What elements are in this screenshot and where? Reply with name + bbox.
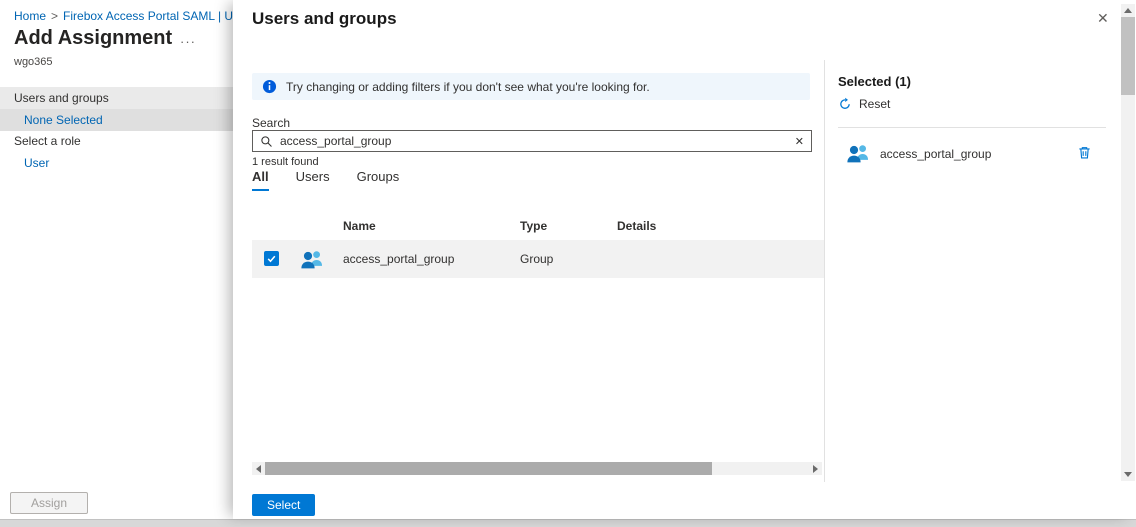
selected-count-title: Selected (1) <box>838 74 911 89</box>
none-selected-link[interactable]: None Selected <box>0 109 233 131</box>
reset-button[interactable]: Reset <box>838 97 890 111</box>
tab-groups[interactable]: Groups <box>357 169 400 191</box>
row-checkbox[interactable] <box>264 251 279 266</box>
horizontal-scrollbar[interactable] <box>252 462 822 475</box>
breadcrumb-separator: > <box>51 9 59 23</box>
group-icon <box>298 245 326 273</box>
reset-label: Reset <box>859 97 891 111</box>
panel-divider <box>824 60 825 482</box>
info-banner: Try changing or adding filters if you do… <box>252 73 810 100</box>
scroll-up-icon[interactable] <box>1121 4 1135 17</box>
select-role-label: Select a role <box>14 134 81 148</box>
breadcrumb: Home > Firebox Access Portal SAML | Users <box>14 9 256 23</box>
column-header-details: Details <box>617 219 657 233</box>
tab-all[interactable]: All <box>252 169 269 191</box>
column-header-name: Name <box>343 219 376 233</box>
filter-tabs: All Users Groups <box>252 169 399 191</box>
tab-users[interactable]: Users <box>296 169 330 191</box>
azure-portal-page: Home > Firebox Access Portal SAML | Users … <box>0 0 1136 527</box>
breadcrumb-current-link[interactable]: Firebox Access Portal SAML | Users <box>63 9 256 23</box>
select-button[interactable]: Select <box>252 494 316 516</box>
users-and-groups-section-label: Users and groups <box>0 87 233 109</box>
group-icon <box>844 139 872 167</box>
horizontal-scrollbar-thumb[interactable] <box>265 462 712 475</box>
user-role-link[interactable]: User <box>24 156 49 170</box>
page-title: Add Assignment <box>14 27 173 49</box>
assign-button[interactable]: Assign <box>10 492 88 514</box>
reset-icon <box>838 97 852 111</box>
column-header-type: Type <box>520 219 548 233</box>
page-subtitle: wgo365 <box>14 56 53 68</box>
search-label: Search <box>252 116 291 130</box>
result-count: 1 result found <box>252 156 319 168</box>
selected-item-name: access_portal_group <box>880 147 992 161</box>
row-type: Group <box>520 252 554 266</box>
scroll-right-icon[interactable] <box>809 462 822 475</box>
search-icon <box>260 135 273 148</box>
scroll-down-icon[interactable] <box>1121 468 1135 481</box>
more-menu-icon[interactable]: ··· <box>180 34 196 49</box>
search-box: ✕ <box>252 130 812 152</box>
vertical-scrollbar-thumb[interactable] <box>1121 17 1135 95</box>
scroll-left-icon[interactable] <box>252 462 265 475</box>
info-icon <box>262 79 277 94</box>
selected-list-divider <box>838 127 1106 128</box>
checkmark-icon <box>267 255 276 263</box>
search-input[interactable] <box>280 134 788 148</box>
clear-search-icon[interactable]: ✕ <box>795 135 804 148</box>
close-icon[interactable]: ✕ <box>1097 10 1109 27</box>
page-bottom-edge <box>0 519 1136 527</box>
table-row[interactable]: access_portal_group Group <box>252 240 825 278</box>
vertical-scrollbar[interactable] <box>1121 4 1135 481</box>
breadcrumb-home-link[interactable]: Home <box>14 9 46 23</box>
info-banner-text: Try changing or adding filters if you do… <box>286 79 650 94</box>
row-name: access_portal_group <box>343 252 455 266</box>
users-and-groups-panel: Users and groups ✕ Try changing or addin… <box>233 0 1136 519</box>
panel-title: Users and groups <box>252 9 397 28</box>
trash-icon[interactable] <box>1076 145 1092 161</box>
